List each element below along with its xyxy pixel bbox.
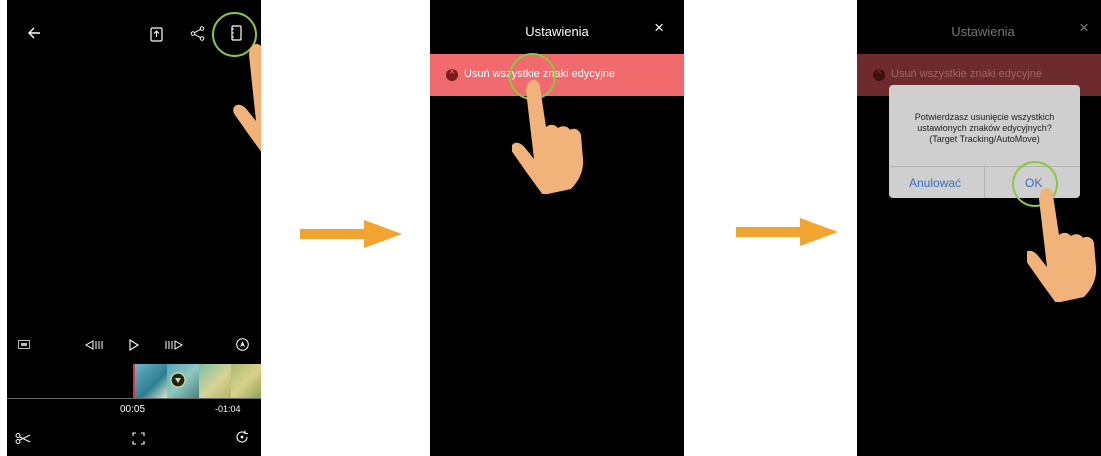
delete-all-marks-label: Usuń wszystkie znaki edycyjne xyxy=(891,68,1043,80)
aspect-ratio-icon[interactable] xyxy=(18,340,30,349)
arrow-right-icon xyxy=(300,220,402,248)
timeline-filmstrip[interactable] xyxy=(133,364,261,398)
fullscreen-icon[interactable] xyxy=(132,432,145,445)
frame-thumbnail xyxy=(199,364,231,398)
export-icon[interactable] xyxy=(150,27,163,42)
delete-circle-icon xyxy=(446,66,458,81)
frame-thumbnail xyxy=(135,364,167,398)
arrow-right-icon xyxy=(736,218,838,246)
scissors-icon[interactable] xyxy=(15,432,31,445)
navigate-icon[interactable] xyxy=(236,338,249,351)
timeline-line xyxy=(7,398,261,399)
share-icon[interactable] xyxy=(190,26,205,41)
settings-screen: Ustawienia × Usuń wszystkie znaki edycyj… xyxy=(430,0,684,456)
dialog-message: Potwierdzasz usunięcie wszystkich ustawi… xyxy=(897,112,1072,145)
pointing-hand-icon xyxy=(1027,187,1097,302)
video-editor-screen: 00:05 -01:04 xyxy=(7,0,261,456)
dialog-message-line: ustawionych znaków edycyjnych? xyxy=(917,123,1052,133)
dialog-message-line: Potwierdzasz usunięcie wszystkich xyxy=(914,112,1055,122)
close-icon[interactable]: × xyxy=(654,18,664,38)
prev-frame-icon[interactable] xyxy=(85,340,103,350)
pointing-hand-icon xyxy=(512,79,584,194)
page-title: Ustawienia xyxy=(525,24,589,39)
back-arrow-icon[interactable] xyxy=(27,26,41,40)
next-frame-icon[interactable] xyxy=(165,340,183,350)
pointing-hand-icon xyxy=(233,43,261,152)
page-title: Ustawienia xyxy=(951,24,1015,39)
settings-confirm-screen: Ustawienia × Usuń wszystkie znaki edycyj… xyxy=(857,0,1101,456)
remaining-time: -01:04 xyxy=(215,404,241,414)
playhead-marker-icon[interactable] xyxy=(170,372,186,388)
dialog-button-divider xyxy=(984,166,985,198)
dialog-message-line: (Target Tracking/AutoMove) xyxy=(929,134,1040,144)
rotate-icon[interactable] xyxy=(235,430,249,444)
cancel-button[interactable]: Anulować xyxy=(909,176,961,190)
frame-thumbnail xyxy=(231,364,261,398)
close-icon[interactable]: × xyxy=(1079,18,1089,38)
play-icon[interactable] xyxy=(129,339,139,351)
delete-circle-icon xyxy=(873,66,885,81)
current-time: 00:05 xyxy=(120,404,146,415)
